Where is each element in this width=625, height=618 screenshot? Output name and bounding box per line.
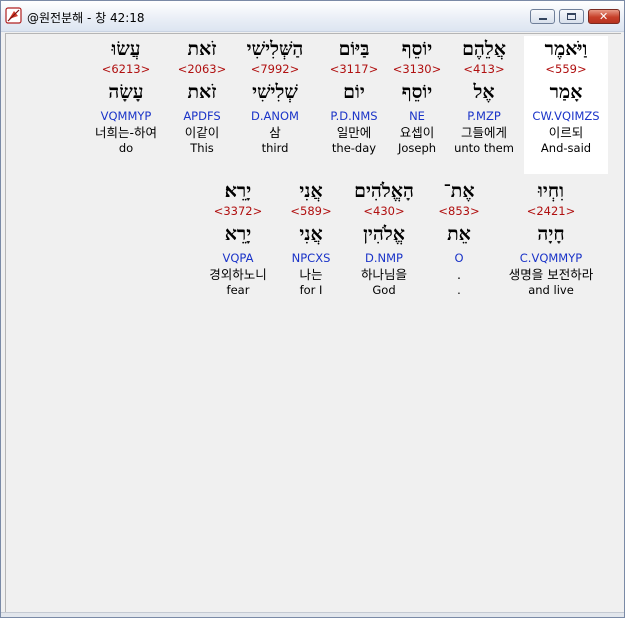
parsing-code: C.VQMMYP: [519, 251, 583, 265]
title-bar[interactable]: @원전분해 - 창 42:18 ✕: [1, 1, 624, 32]
parsing-code: NPCXS: [291, 251, 331, 265]
parsing-code: D.ANOM: [251, 109, 299, 123]
english-gloss: God: [372, 283, 396, 297]
strong-number[interactable]: <6213>: [84, 62, 168, 76]
strong-number[interactable]: <3117>: [312, 62, 396, 76]
lemma: חָיָה: [537, 223, 565, 245]
hebrew-word: עֲשׂוּ: [111, 38, 141, 60]
english-gloss: third: [261, 141, 289, 155]
korean-gloss: 하나님을: [360, 267, 407, 282]
english-gloss: and live: [528, 283, 574, 297]
word-cell[interactable]: זֹאת <2063> זֹאת APDFS 이같이 This: [160, 36, 244, 155]
word-cell[interactable]: אֶת־ <853> אֵת O . .: [428, 178, 490, 297]
korean-gloss: .: [457, 267, 461, 282]
maximize-button[interactable]: [559, 9, 584, 24]
english-gloss: for I: [299, 283, 323, 297]
hebrew-word: הַשְּׁלִישִׁי: [246, 38, 304, 60]
strong-number[interactable]: <430>: [342, 204, 426, 218]
strong-number[interactable]: <2063>: [160, 62, 244, 76]
parsing-code: VQPA: [222, 251, 254, 265]
lemma: שְׁלִישִׁי: [252, 81, 298, 103]
korean-gloss: 너희는-하여: [94, 125, 157, 140]
lemma: יָרֵא: [224, 223, 252, 245]
lemma: עָשָׂה: [108, 81, 144, 103]
lemma: אֱלֹהִין: [363, 223, 405, 245]
parsing-code: D.NMP: [365, 251, 403, 265]
strong-number[interactable]: <3372>: [196, 204, 280, 218]
close-button[interactable]: ✕: [588, 9, 620, 24]
hebrew-word: הָאֱלֹהִים: [354, 180, 414, 202]
app-window: @원전분해 - 창 42:18 ✕ וַיֹּאמֶר <559> אָמַר …: [0, 0, 625, 618]
parsing-code: CW.VQIMZS: [532, 109, 600, 123]
word-cell[interactable]: וִחְיוּ <2421> חָיָה C.VQMMYP 생명을 보전하라 a…: [506, 178, 596, 297]
strong-number[interactable]: <853>: [428, 204, 490, 218]
korean-gloss: 이같이: [184, 125, 220, 140]
dictionary-app-icon[interactable]: [5, 7, 22, 24]
korean-gloss: 경외하노니: [209, 267, 267, 282]
lemma: זֹאת: [187, 81, 217, 103]
hebrew-word: בַּיּוֹם: [338, 38, 370, 60]
parsing-code: VQMMYP: [100, 109, 152, 123]
window-title: @원전분해 - 창 42:18: [27, 11, 145, 25]
word-cell[interactable]: הָאֱלֹהִים <430> אֱלֹהִין D.NMP 하나님을 God: [342, 178, 426, 297]
english-gloss: fear: [226, 283, 250, 297]
parsing-code: O: [454, 251, 464, 265]
korean-gloss: 나는: [299, 267, 323, 282]
lemma: אָמַר: [549, 81, 583, 103]
strong-number[interactable]: <559>: [524, 62, 608, 76]
lemma: אֵת: [447, 223, 471, 245]
word-cell[interactable]: עֲשׂוּ <6213> עָשָׂה VQMMYP 너희는-하여 do: [84, 36, 168, 155]
minimize-button[interactable]: [530, 9, 555, 24]
interlinear-panel[interactable]: וַיֹּאמֶר <559> אָמַר CW.VQIMZS 이르되 And-…: [5, 33, 621, 614]
parsing-code: P.D.NMS: [330, 109, 378, 123]
close-icon: ✕: [599, 10, 609, 23]
strong-number[interactable]: <589>: [280, 204, 342, 218]
english-gloss: And-said: [540, 141, 592, 155]
korean-gloss: 이르되: [548, 125, 584, 140]
strong-number[interactable]: <7992>: [233, 62, 317, 76]
hebrew-word: וַיֹּאמֶר: [544, 38, 588, 60]
english-gloss: the-day: [331, 141, 377, 155]
word-cell[interactable]: הַשְּׁלִישִׁי <7992> שְׁלִישִׁי D.ANOM 삼…: [233, 36, 317, 155]
word-cell[interactable]: יָרֵא׃ <3372> יָרֵא VQPA 경외하노니 fear: [196, 178, 280, 297]
hebrew-word: אֶת־: [443, 180, 475, 202]
english-gloss: This: [190, 141, 214, 155]
lemma: יוֹם: [343, 81, 365, 103]
english-gloss: do: [118, 141, 134, 155]
hebrew-word: יָרֵא׃: [224, 180, 252, 202]
parsing-code: APDFS: [183, 109, 221, 123]
hebrew-word: זֹאת: [187, 38, 217, 60]
korean-gloss: 일만에: [336, 125, 372, 140]
word-cell[interactable]: בַּיּוֹם <3117> יוֹם P.D.NMS 일만에 the-day: [312, 36, 396, 155]
maximize-icon: [567, 13, 576, 20]
window-bottom-border: [1, 612, 624, 617]
hebrew-word: וִחְיוּ: [538, 180, 564, 202]
english-gloss: .: [457, 283, 461, 297]
korean-gloss: 삼: [269, 125, 281, 140]
strong-number[interactable]: <2421>: [506, 204, 596, 218]
word-cell[interactable]: אֲנִי <589> אֲנִי NPCXS 나는 for I: [280, 178, 342, 297]
hebrew-word: אֲנִי: [299, 180, 323, 202]
word-cell[interactable]: וַיֹּאמֶר <559> אָמַר CW.VQIMZS 이르되 And-…: [524, 36, 608, 174]
lemma: אֲנִי: [299, 223, 323, 245]
korean-gloss: 생명을 보전하라: [508, 267, 594, 282]
minimize-icon: [539, 18, 547, 20]
